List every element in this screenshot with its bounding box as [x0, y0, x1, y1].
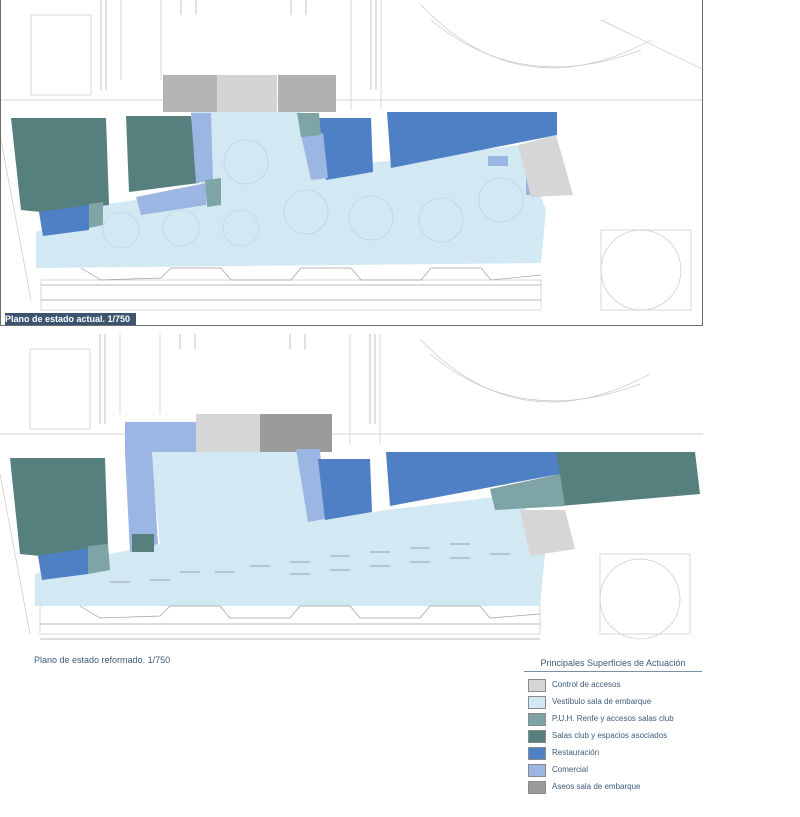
legend-label: Comercial: [552, 765, 589, 774]
legend-label: Aseos sala de embarque: [552, 782, 641, 791]
legend-swatch: [528, 696, 546, 709]
legend-label: P.U.H. Renfe y accesos salas club: [552, 714, 674, 723]
plan-reformed-state: [0, 334, 703, 654]
legend-item-aseos: Aseos sala de embarque: [524, 781, 702, 798]
legend-label: Salas club y espacios asociados: [552, 731, 668, 740]
caption-reformed-plan: Plano de estado reformado. 1/750: [34, 655, 171, 665]
legend-label: Control de accesos: [552, 680, 621, 689]
legend-item-vestibulo: Vestíbulo sala de embarque: [524, 696, 702, 713]
legend-item-salas-club: Salas club y espacios asociados: [524, 730, 702, 747]
legend-swatch: [528, 781, 546, 794]
floor-plan-reformed: [0, 334, 703, 640]
plan-current-state: Plano de estado actual. 1/750: [0, 0, 703, 326]
legend-item-control-accesos: Control de accesos: [524, 679, 702, 696]
legend-swatch: [528, 679, 546, 692]
legend-item-puh-renfe: P.U.H. Renfe y accesos salas club: [524, 713, 702, 730]
floor-plan-current: [1, 0, 702, 311]
legend-swatch: [528, 713, 546, 726]
legend-title: Principales Superficies de Actuación: [524, 658, 702, 672]
legend-swatch: [528, 747, 546, 760]
caption-current-plan: Plano de estado actual. 1/750: [5, 313, 137, 325]
legend-item-comercial: Comercial: [524, 764, 702, 781]
legend-item-restauracion: Restauración: [524, 747, 702, 764]
legend-swatch: [528, 764, 546, 777]
legend-items: Control de accesos Vestíbulo sala de emb…: [524, 679, 702, 798]
legend-label: Restauración: [552, 748, 600, 757]
legend-swatch: [528, 730, 546, 743]
legend-label: Vestíbulo sala de embarque: [552, 697, 652, 706]
legend: Principales Superficies de Actuación Con…: [524, 658, 702, 798]
